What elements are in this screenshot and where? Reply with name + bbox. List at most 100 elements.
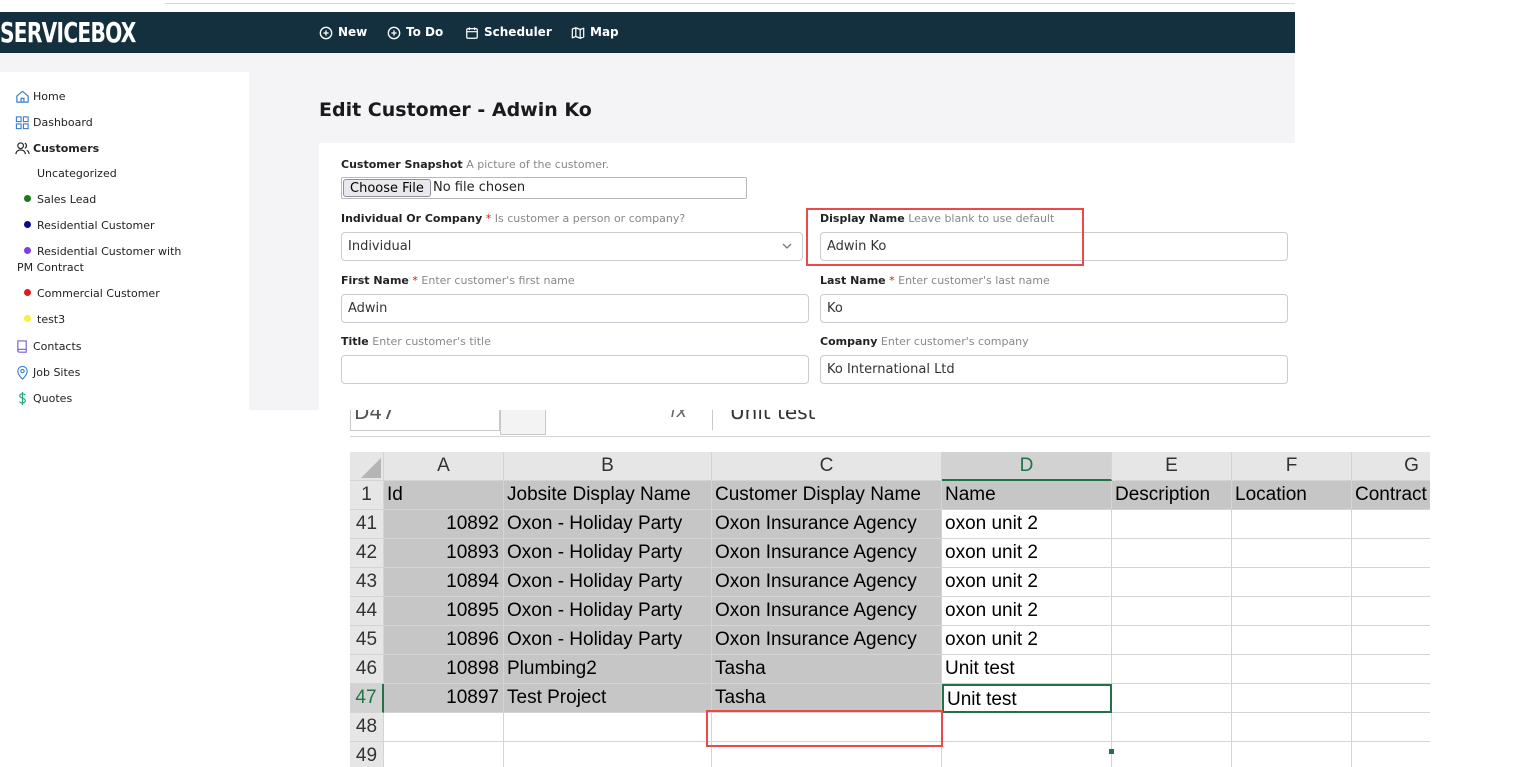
column-header-b[interactable]: B (504, 452, 712, 481)
column-header-d[interactable]: D (942, 452, 1112, 481)
cell-empty[interactable] (1232, 539, 1352, 568)
company-input[interactable]: Ko International Ltd (820, 355, 1288, 384)
last-name-input[interactable]: Ko (820, 294, 1288, 323)
cell-empty[interactable] (1232, 742, 1352, 767)
cell-empty[interactable] (1112, 684, 1232, 713)
column-header-c[interactable]: C (712, 452, 942, 481)
cell-name[interactable]: oxon unit 2 (942, 539, 1112, 568)
cell-empty[interactable] (1352, 742, 1430, 767)
sidebar-sub-residential-pm[interactable]: Residential Customer with (24, 245, 181, 258)
table-header-cell[interactable]: Jobsite Display Name (504, 481, 712, 510)
row-header[interactable]: 48 (350, 713, 384, 742)
title-input[interactable] (341, 355, 809, 384)
sidebar-item-quotes[interactable]: Quotes (15, 391, 72, 406)
table-header-cell[interactable]: Id (384, 481, 504, 510)
cell-customer[interactable]: Tasha (712, 684, 942, 713)
cell-empty[interactable] (1112, 597, 1232, 626)
table-header-cell[interactable]: Contract (1352, 481, 1430, 510)
cell-empty[interactable] (1112, 539, 1232, 568)
select-all-corner[interactable] (350, 452, 384, 481)
cell-id[interactable] (384, 742, 504, 767)
fx-icon[interactable]: fx (670, 410, 687, 422)
cell-id[interactable]: 10896 (384, 626, 504, 655)
cell-empty[interactable] (1352, 626, 1430, 655)
fill-handle[interactable] (1109, 749, 1114, 754)
cell-customer[interactable]: Oxon Insurance Agency (712, 597, 942, 626)
sidebar-sub-sales-lead[interactable]: Sales Lead (24, 193, 96, 206)
row-header[interactable]: 45 (350, 626, 384, 655)
cell-id[interactable]: 10895 (384, 597, 504, 626)
cell-empty[interactable] (1232, 655, 1352, 684)
cell-customer[interactable]: Oxon Insurance Agency (712, 568, 942, 597)
cell-name[interactable] (942, 742, 1112, 767)
row-header[interactable]: 1 (350, 481, 384, 510)
sidebar-sub-commercial-customer[interactable]: Commercial Customer (24, 287, 160, 300)
formula-input[interactable] (712, 410, 1430, 430)
cell-jobsite[interactable]: Oxon - Holiday Party (504, 568, 712, 597)
cell-empty[interactable] (1352, 510, 1430, 539)
cell-id[interactable] (384, 713, 504, 742)
cell-jobsite[interactable]: Test Project (504, 684, 712, 713)
cell-customer[interactable]: Oxon Insurance Agency (712, 539, 942, 568)
cell-name[interactable]: Unit test (942, 655, 1112, 684)
row-header[interactable]: 43 (350, 568, 384, 597)
nav-todo-button[interactable]: To Do (387, 12, 443, 53)
cell-empty[interactable] (1352, 655, 1430, 684)
cell-jobsite[interactable]: Plumbing2 (504, 655, 712, 684)
cell-jobsite[interactable]: Oxon - Holiday Party (504, 539, 712, 568)
sidebar-item-job-sites[interactable]: Job Sites (15, 365, 80, 380)
cell-empty[interactable] (1352, 568, 1430, 597)
choose-file-button[interactable]: Choose File (343, 179, 431, 197)
table-header-cell[interactable]: Location (1232, 481, 1352, 510)
row-header[interactable]: 47 (350, 684, 384, 713)
cell-name[interactable]: oxon unit 2 (942, 568, 1112, 597)
cell-name[interactable] (942, 713, 1112, 742)
first-name-input[interactable]: Adwin (341, 294, 809, 323)
cell-empty[interactable] (1112, 655, 1232, 684)
cell-id[interactable]: 10898 (384, 655, 504, 684)
cell-customer[interactable]: Tasha (712, 655, 942, 684)
cell-jobsite[interactable] (504, 742, 712, 767)
cell-name[interactable]: oxon unit 2 (942, 626, 1112, 655)
cell-empty[interactable] (1232, 510, 1352, 539)
cell-empty[interactable] (1112, 568, 1232, 597)
cell-customer[interactable]: Oxon Insurance Agency (712, 510, 942, 539)
column-header-f[interactable]: F (1232, 452, 1352, 481)
cell-empty[interactable] (1112, 510, 1232, 539)
sidebar-item-customers[interactable]: Customers (15, 141, 99, 156)
row-header[interactable]: 41 (350, 510, 384, 539)
cell-empty[interactable] (1352, 597, 1430, 626)
cell-empty[interactable] (1112, 742, 1232, 767)
cell-jobsite[interactable] (504, 713, 712, 742)
cell-name[interactable]: Unit test (942, 684, 1112, 713)
sidebar-item-contacts[interactable]: Contacts (15, 339, 82, 354)
cell-jobsite[interactable]: Oxon - Holiday Party (504, 597, 712, 626)
cell-jobsite[interactable]: Oxon - Holiday Party (504, 510, 712, 539)
cell-id[interactable]: 10897 (384, 684, 504, 713)
sidebar-sub-uncategorized[interactable]: Uncategorized (37, 167, 117, 180)
table-header-cell[interactable]: Name (942, 481, 1112, 510)
row-header[interactable]: 46 (350, 655, 384, 684)
cell-empty[interactable] (1352, 713, 1430, 742)
sidebar-sub-residential-pm-line2[interactable]: PM Contract (17, 261, 84, 274)
column-header-a[interactable]: A (384, 452, 504, 481)
nav-map-button[interactable]: Map (571, 12, 619, 53)
sidebar-item-home[interactable]: Home (15, 89, 65, 104)
sidebar-item-dashboard[interactable]: Dashboard (15, 115, 93, 130)
table-header-cell[interactable]: Customer Display Name (712, 481, 942, 510)
cell-empty[interactable] (1232, 568, 1352, 597)
cell-empty[interactable] (1232, 684, 1352, 713)
column-header-e[interactable]: E (1112, 452, 1232, 481)
individual-company-select[interactable]: Individual (341, 232, 803, 261)
cell-name[interactable]: oxon unit 2 (942, 510, 1112, 539)
cell-empty[interactable] (1112, 626, 1232, 655)
cell-empty[interactable] (1112, 713, 1232, 742)
cell-empty[interactable] (1352, 539, 1430, 568)
column-header-g[interactable]: G (1352, 452, 1430, 481)
cell-empty[interactable] (1232, 597, 1352, 626)
cell-name[interactable]: oxon unit 2 (942, 597, 1112, 626)
row-header[interactable]: 42 (350, 539, 384, 568)
snapshot-file-input[interactable]: Choose File No file chosen (341, 177, 747, 199)
nav-new-button[interactable]: New (319, 12, 367, 53)
cell-id[interactable]: 10894 (384, 568, 504, 597)
